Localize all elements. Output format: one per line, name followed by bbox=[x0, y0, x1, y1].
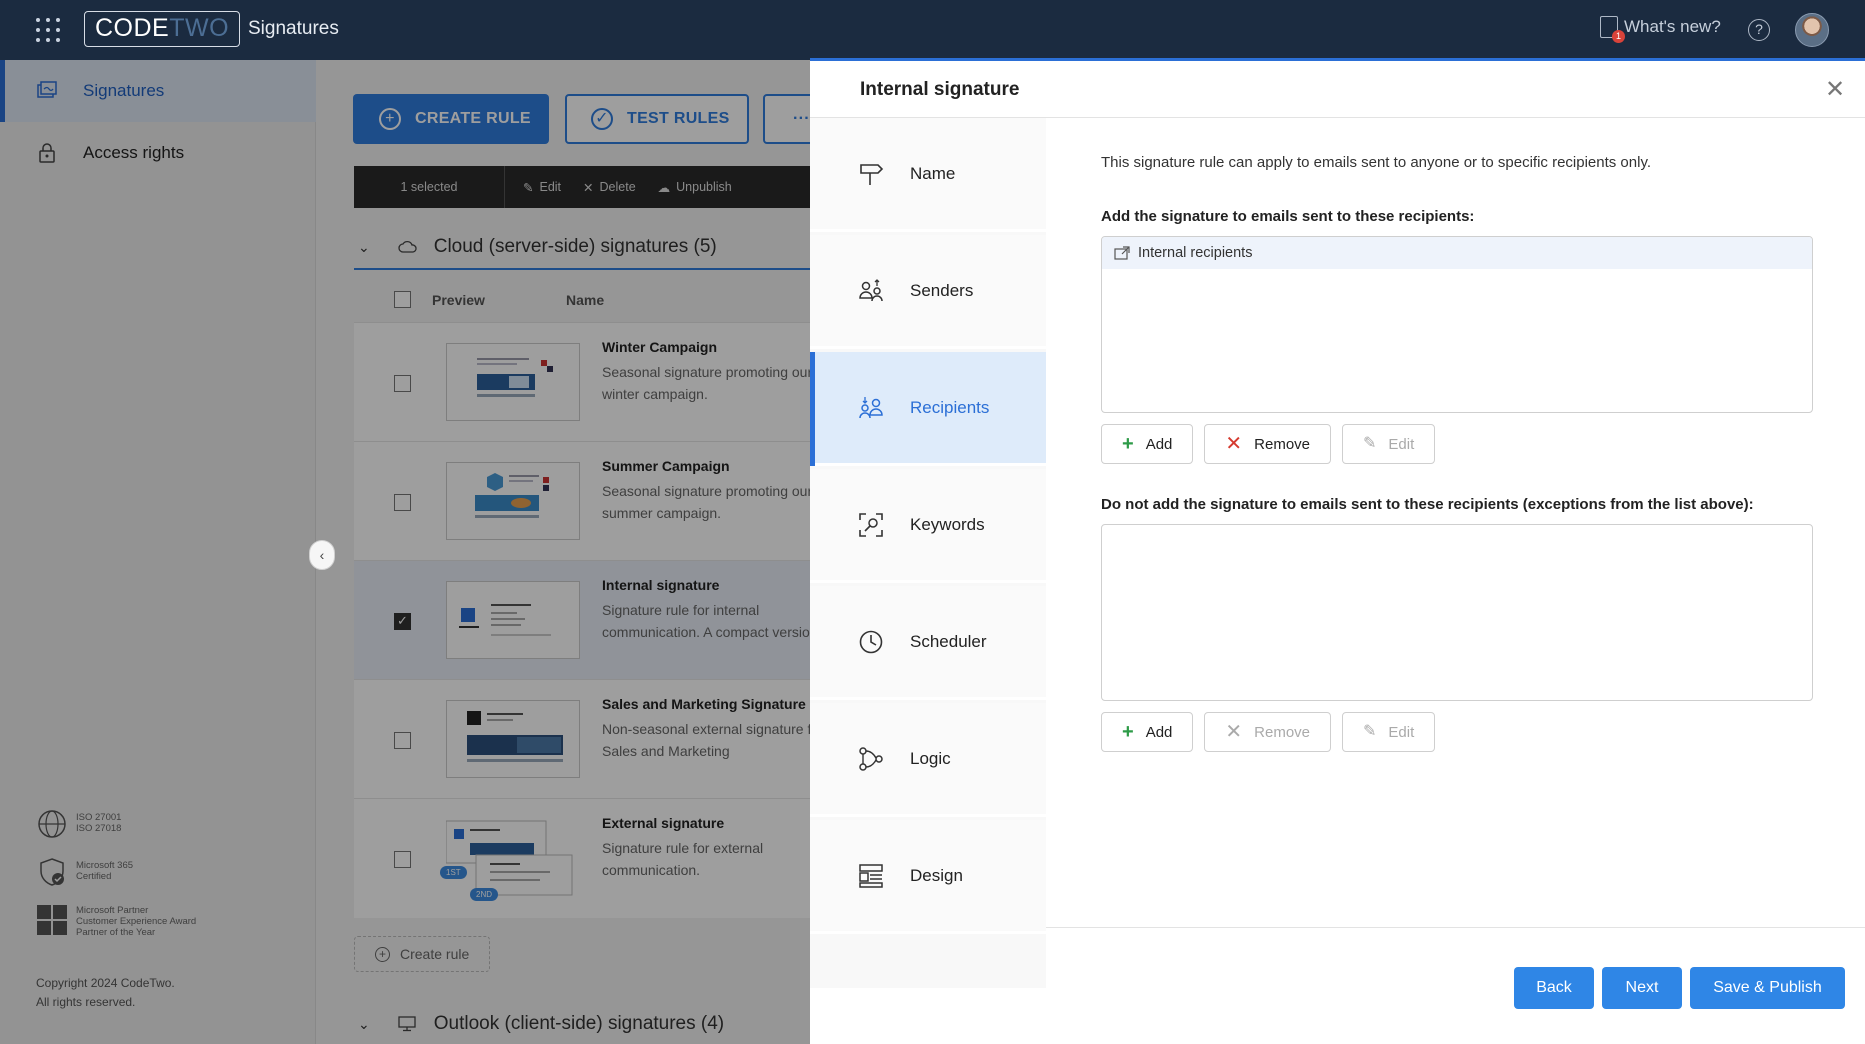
save-publish-button[interactable]: Save & Publish bbox=[1690, 967, 1845, 1009]
close-icon: ✕ bbox=[1225, 721, 1243, 743]
wizard-steps: Name Senders Recipients Keywords Schedul… bbox=[810, 118, 1046, 988]
step-logic[interactable]: Logic bbox=[810, 703, 1046, 817]
add-label: Add bbox=[1145, 723, 1173, 741]
remove-button[interactable]: ✕ Remove bbox=[1204, 712, 1332, 752]
plus-icon: + bbox=[1122, 721, 1134, 743]
internal-recipients-icon bbox=[1114, 246, 1130, 260]
logic-icon bbox=[859, 746, 883, 771]
include-actions: + Add ✕ Remove ✎ Edit bbox=[1101, 424, 1436, 464]
step-label: Name bbox=[910, 163, 956, 183]
add-button[interactable]: + Add bbox=[1101, 712, 1194, 752]
include-recipients-list[interactable]: Internal recipients bbox=[1101, 236, 1813, 413]
exclude-actions: + Add ✕ Remove ✎ Edit bbox=[1101, 712, 1436, 752]
app-launcher-icon[interactable] bbox=[36, 18, 60, 42]
step-label: Senders bbox=[910, 280, 974, 300]
edit-button[interactable]: ✎ Edit bbox=[1342, 712, 1436, 752]
whats-new-label: What's new? bbox=[1624, 17, 1721, 36]
remove-label: Remove bbox=[1254, 435, 1311, 453]
list-item-label: Internal recipients bbox=[1138, 245, 1253, 261]
user-avatar[interactable] bbox=[1795, 13, 1829, 47]
help-icon[interactable]: ? bbox=[1748, 19, 1770, 41]
design-icon bbox=[859, 863, 883, 888]
whats-new-button[interactable]: 1 What's new? bbox=[1600, 16, 1721, 43]
senders-icon bbox=[859, 278, 883, 301]
keywords-icon bbox=[859, 512, 883, 537]
add-label: Add bbox=[1145, 435, 1173, 453]
pencil-icon: ✎ bbox=[1363, 435, 1377, 452]
close-icon[interactable]: ✕ bbox=[1825, 75, 1845, 104]
news-badge: 1 bbox=[1612, 30, 1625, 43]
news-icon: 1 bbox=[1600, 16, 1625, 43]
remove-label: Remove bbox=[1254, 723, 1311, 741]
step-design[interactable]: Design bbox=[810, 820, 1046, 934]
panel-title: Internal signature bbox=[860, 79, 1020, 100]
step-keywords[interactable]: Keywords bbox=[810, 469, 1046, 583]
exclude-recipients-list[interactable] bbox=[1101, 524, 1813, 701]
include-recipients-title: Add the signature to emails sent to thes… bbox=[1101, 208, 1475, 225]
edit-button[interactable]: ✎ Edit bbox=[1342, 424, 1436, 464]
codetwo-logo[interactable]: CODETWO bbox=[84, 11, 241, 47]
step-recipients[interactable]: Recipients bbox=[810, 352, 1046, 466]
modal-overlay[interactable] bbox=[0, 60, 810, 1044]
close-icon: ✕ bbox=[1225, 433, 1243, 455]
intro-text: This signature rule can apply to emails … bbox=[1101, 154, 1652, 171]
step-label: Recipients bbox=[910, 397, 990, 417]
edit-label: Edit bbox=[1388, 435, 1415, 453]
step-scheduler[interactable]: Scheduler bbox=[810, 586, 1046, 700]
top-bar: CODETWO Signatures 1 What's new? ? bbox=[0, 0, 1865, 60]
exclude-recipients-title: Do not add the signature to emails sent … bbox=[1101, 496, 1754, 513]
step-label: Design bbox=[910, 865, 963, 885]
next-button[interactable]: Next bbox=[1602, 967, 1682, 1009]
list-item[interactable]: Internal recipients bbox=[1102, 237, 1812, 269]
step-label: Scheduler bbox=[910, 631, 987, 651]
pencil-icon: ✎ bbox=[1363, 723, 1377, 740]
collapse-sidebar-button[interactable]: ‹ bbox=[309, 540, 335, 570]
recipients-icon bbox=[859, 396, 883, 418]
rule-editor-panel: Internal signature ✕ Name Senders Recipi… bbox=[810, 61, 1865, 1044]
step-label: Logic bbox=[910, 748, 951, 768]
add-button[interactable]: + Add bbox=[1101, 424, 1194, 464]
app-title: Signatures bbox=[248, 18, 339, 39]
clock-icon bbox=[859, 630, 883, 653]
edit-label: Edit bbox=[1388, 723, 1415, 741]
remove-button[interactable]: ✕ Remove bbox=[1204, 424, 1332, 464]
signpost-icon bbox=[860, 163, 884, 185]
back-button[interactable]: Back bbox=[1514, 967, 1594, 1009]
plus-icon: + bbox=[1122, 433, 1134, 455]
step-label: Keywords bbox=[910, 514, 985, 534]
step-senders[interactable]: Senders bbox=[810, 235, 1046, 349]
step-name[interactable]: Name bbox=[810, 118, 1046, 232]
